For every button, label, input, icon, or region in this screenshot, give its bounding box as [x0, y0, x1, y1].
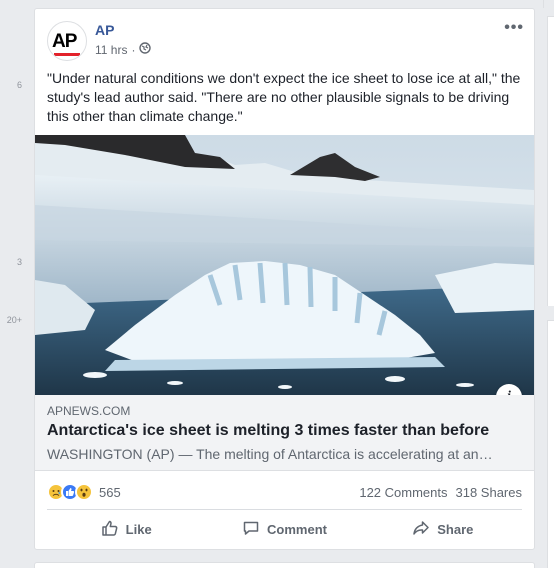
like-label: Like: [125, 521, 152, 537]
ap-logo-bar: [54, 53, 80, 56]
comments-count-link[interactable]: 122 Comments: [359, 485, 447, 500]
next-post: [34, 562, 535, 568]
link-preview[interactable]: APNEWS.COM Antarctica's ice sheet is mel…: [35, 395, 534, 471]
right-column-card: [547, 16, 554, 306]
notification-count: 6: [16, 80, 22, 90]
page-avatar[interactable]: AP: [47, 21, 87, 61]
share-label: Share: [437, 521, 474, 537]
thumbs-up-icon: [101, 519, 119, 540]
wow-icon: [75, 483, 93, 501]
globe-icon[interactable]: [139, 42, 152, 57]
shares-count-link[interactable]: 318 Shares: [456, 485, 523, 500]
notification-count: 20+: [6, 315, 22, 325]
ap-logo-text: AP: [52, 31, 77, 52]
comment-button[interactable]: Comment: [205, 513, 363, 545]
post-meta: 11 hrs ·: [95, 42, 152, 57]
reaction-count[interactable]: 565: [99, 485, 121, 500]
link-title[interactable]: Antarctica's ice sheet is melting 3 time…: [47, 422, 489, 440]
news-feed-post: AP AP 11 hrs · ••• "Under natural condit…: [34, 8, 535, 550]
notification-count: 3: [16, 257, 22, 267]
meta-separator: ·: [131, 42, 136, 57]
reaction-summary[interactable]: 565: [47, 483, 121, 501]
share-icon: [412, 519, 430, 540]
page-name-link[interactable]: AP: [95, 22, 114, 38]
share-button[interactable]: Share: [364, 513, 522, 545]
more-options-icon[interactable]: •••: [504, 19, 524, 37]
post-actions: Like Comment Share: [47, 513, 522, 545]
link-description: WASHINGTON (AP) — The melting of Antarct…: [47, 446, 493, 462]
engagement-counts: 122 Comments 318 Shares: [359, 485, 522, 500]
post-timestamp[interactable]: 11 hrs: [95, 43, 127, 57]
right-column-card: [547, 320, 554, 568]
actions-divider: [47, 509, 522, 510]
like-button[interactable]: Like: [47, 513, 205, 545]
right-column-edge: [543, 0, 544, 8]
article-image[interactable]: i: [35, 135, 534, 395]
comment-icon: [242, 519, 260, 540]
link-domain: APNEWS.COM: [47, 404, 131, 418]
post-text: "Under natural conditions we don't expec…: [47, 70, 521, 124]
comment-label: Comment: [267, 521, 327, 537]
